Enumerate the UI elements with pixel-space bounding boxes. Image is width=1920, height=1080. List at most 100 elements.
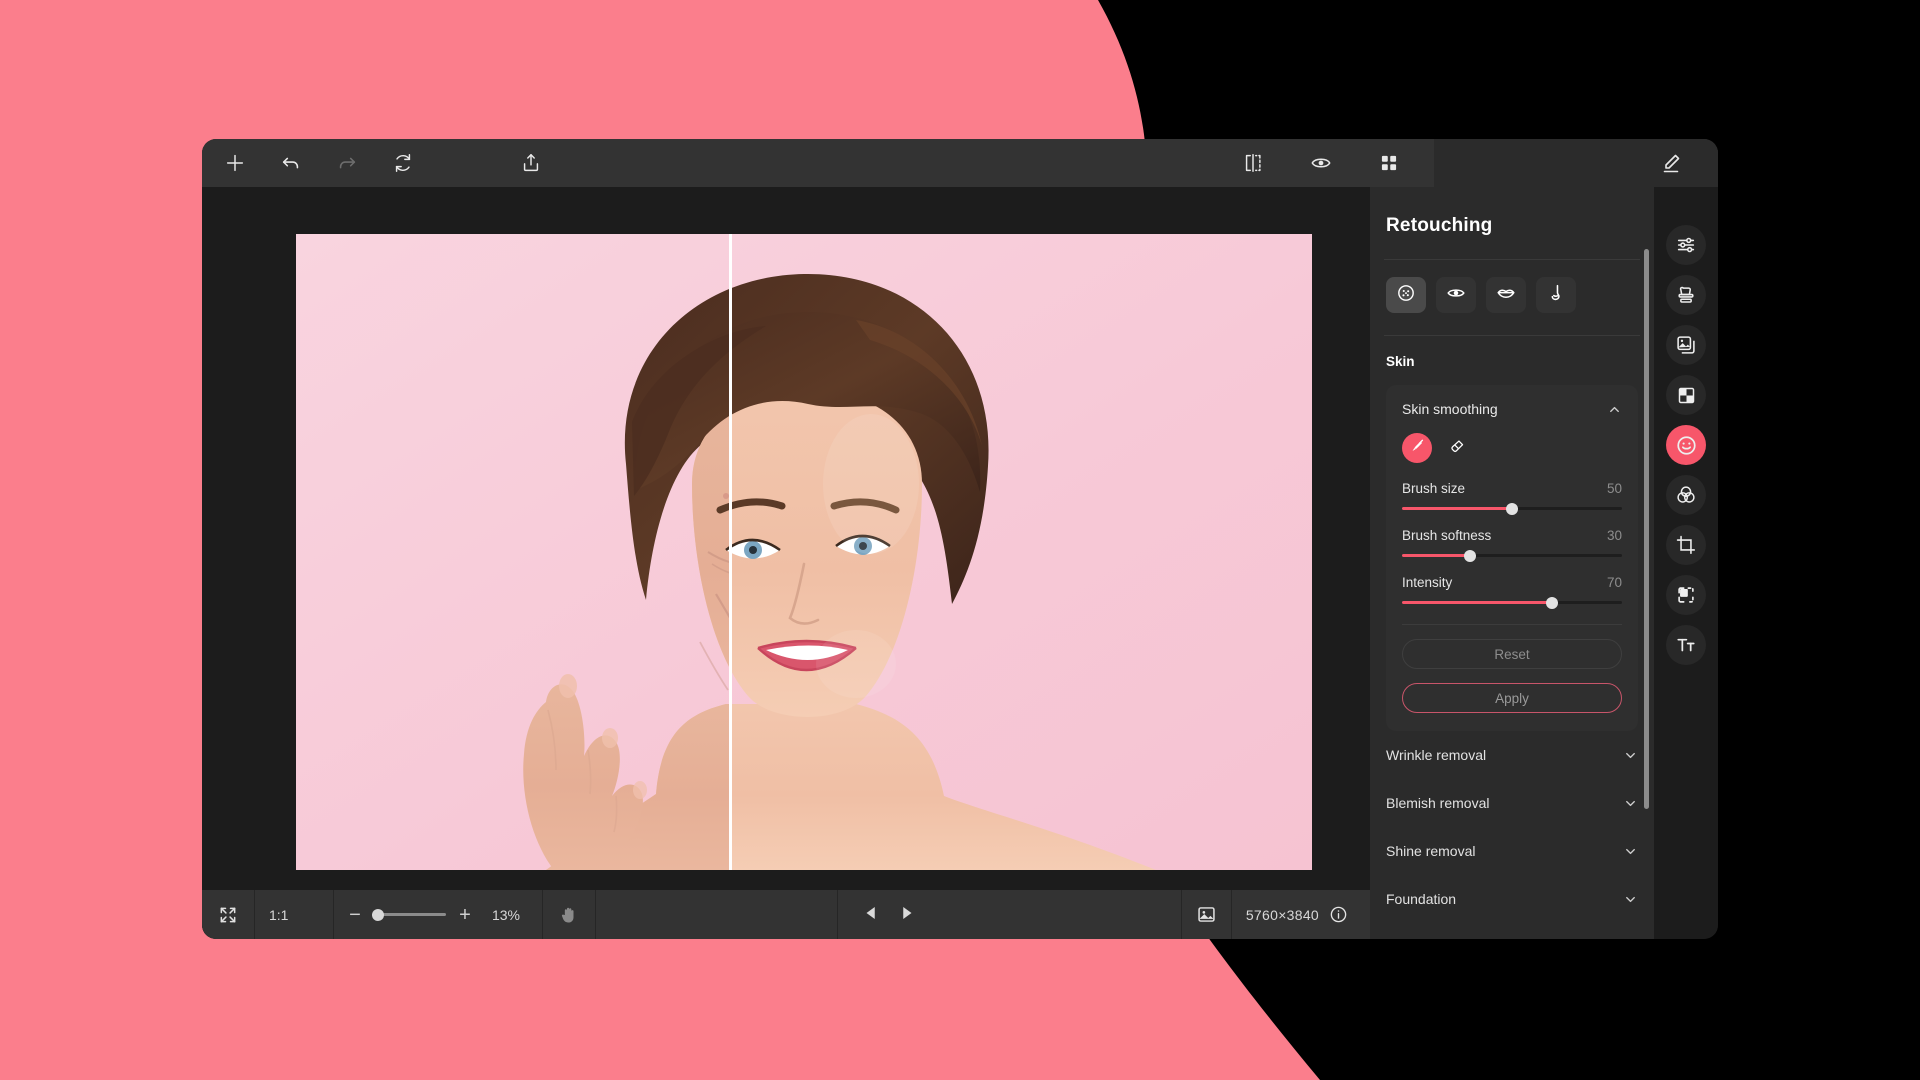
redo-icon[interactable]: [330, 146, 364, 180]
status-bar-spacer-2: [940, 890, 1182, 939]
nose-icon: [1545, 282, 1567, 309]
reset-button[interactable]: Reset: [1402, 639, 1622, 669]
app-window: 1:1 − + 13%: [202, 139, 1718, 939]
zoom-slider-knob[interactable]: [372, 909, 384, 921]
section-wrinkle-removal-label: Wrinkle removal: [1386, 747, 1486, 763]
section-foundation-label: Foundation: [1386, 891, 1456, 907]
section-blush[interactable]: Blush: [1386, 923, 1638, 939]
section-blemish-removal[interactable]: Blemish removal: [1386, 779, 1638, 827]
undo-icon[interactable]: [274, 146, 308, 180]
section-foundation[interactable]: Foundation: [1386, 875, 1638, 923]
status-bar-right: 5760×3840: [1182, 890, 1370, 939]
before-after-divider[interactable]: [729, 234, 732, 870]
photo-canvas[interactable]: [296, 234, 1312, 870]
image-navigation: [838, 904, 940, 926]
panel-header-bar: [1434, 139, 1718, 187]
section-shine-removal-label: Shine removal: [1386, 843, 1476, 859]
rail-text[interactable]: [1666, 625, 1706, 665]
skin-smoothing-title: Skin smoothing: [1402, 401, 1498, 417]
selection-resize-icon: [1675, 584, 1697, 606]
brush-icon: [1409, 437, 1426, 459]
brush-size-track[interactable]: [1402, 507, 1622, 510]
info-icon[interactable]: [1329, 905, 1348, 924]
intensity-track[interactable]: [1402, 601, 1622, 604]
edit-pencil-icon[interactable]: [1654, 146, 1688, 180]
brush-softness-knob[interactable]: [1464, 550, 1476, 562]
skin-pores-icon: [1396, 283, 1416, 308]
chevron-down-icon[interactable]: [1623, 892, 1638, 907]
panel-scrollbar[interactable]: [1644, 249, 1649, 809]
skin-group-label: Skin: [1370, 336, 1654, 369]
next-image-icon[interactable]: [898, 904, 916, 926]
intensity-slider: Intensity 70: [1402, 575, 1622, 604]
rail-layers[interactable]: [1666, 325, 1706, 365]
chevron-up-icon[interactable]: [1607, 402, 1622, 417]
before-after-split-icon[interactable]: [1236, 146, 1270, 180]
canvas-area[interactable]: [202, 187, 1370, 890]
add-icon[interactable]: [218, 146, 252, 180]
chevron-down-icon[interactable]: [1623, 796, 1638, 811]
top-toolbar: [202, 139, 1718, 187]
retouch-mode-tabs: [1370, 260, 1654, 313]
reset-sync-icon[interactable]: [386, 146, 420, 180]
apply-button[interactable]: Apply: [1402, 683, 1622, 713]
hand-pan-icon[interactable]: [543, 890, 596, 939]
rail-clone-stamp[interactable]: [1666, 275, 1706, 315]
rail-transform[interactable]: [1666, 575, 1706, 615]
eraser-icon: [1448, 437, 1466, 460]
tab-eyes[interactable]: [1436, 277, 1476, 313]
card-divider: [1402, 624, 1622, 625]
intensity-value: 70: [1607, 575, 1622, 590]
tab-nose[interactable]: [1536, 277, 1576, 313]
section-wrinkle-removal[interactable]: Wrinkle removal: [1386, 731, 1638, 779]
previous-image-icon[interactable]: [862, 904, 880, 926]
rail-mask[interactable]: [1666, 375, 1706, 415]
brush-softness-label: Brush softness: [1402, 528, 1491, 543]
zoom-in-button[interactable]: +: [458, 905, 472, 925]
mask-split-icon: [1676, 385, 1697, 406]
text-icon: [1675, 634, 1697, 656]
tool-rail: [1654, 187, 1718, 939]
page-title: Retouching: [1370, 187, 1654, 237]
image-thumbnail-icon[interactable]: [1182, 890, 1232, 939]
status-bar-spacer: [596, 890, 838, 939]
crop-icon: [1675, 534, 1697, 556]
lips-icon: [1495, 282, 1517, 309]
rail-retouch[interactable]: [1666, 425, 1706, 465]
intensity-knob[interactable]: [1546, 597, 1558, 609]
skin-smoothing-header[interactable]: Skin smoothing: [1402, 401, 1622, 417]
sliders-icon: [1675, 234, 1697, 256]
properties-panel: Retouching: [1370, 187, 1654, 939]
rail-color[interactable]: [1666, 475, 1706, 515]
tab-skin[interactable]: [1386, 277, 1426, 313]
brush-size-value: 50: [1607, 481, 1622, 496]
chevron-down-icon[interactable]: [1623, 844, 1638, 859]
panel-scroll-area[interactable]: Skin smoothing: [1370, 379, 1654, 939]
eraser-tool[interactable]: [1448, 437, 1466, 460]
brush-size-knob[interactable]: [1506, 503, 1518, 515]
smiley-face-icon: [1675, 434, 1698, 457]
brush-size-label: Brush size: [1402, 481, 1465, 496]
export-icon[interactable]: [514, 146, 548, 180]
brush-softness-value: 30: [1607, 528, 1622, 543]
actual-size-button[interactable]: 1:1: [255, 890, 334, 939]
color-circles-icon: [1675, 484, 1697, 506]
top-toolbar-right-group: [1236, 146, 1406, 180]
brush-tool[interactable]: [1402, 433, 1432, 463]
image-dimensions-label: 5760×3840: [1246, 907, 1319, 923]
rail-crop[interactable]: [1666, 525, 1706, 565]
fit-to-screen-icon[interactable]: [202, 890, 255, 939]
rail-adjustments[interactable]: [1666, 225, 1706, 265]
brush-softness-slider: Brush softness 30: [1402, 528, 1622, 557]
zoom-slider[interactable]: [374, 913, 446, 916]
brush-size-slider: Brush size 50: [1402, 481, 1622, 510]
eye-icon: [1445, 282, 1467, 309]
brush-softness-track[interactable]: [1402, 554, 1622, 557]
zoom-out-button[interactable]: −: [348, 905, 362, 925]
brush-tool-row: [1402, 433, 1622, 463]
chevron-down-icon[interactable]: [1623, 748, 1638, 763]
tab-lips[interactable]: [1486, 277, 1526, 313]
grid-view-icon[interactable]: [1372, 146, 1406, 180]
preview-eye-icon[interactable]: [1304, 146, 1338, 180]
section-shine-removal[interactable]: Shine removal: [1386, 827, 1638, 875]
